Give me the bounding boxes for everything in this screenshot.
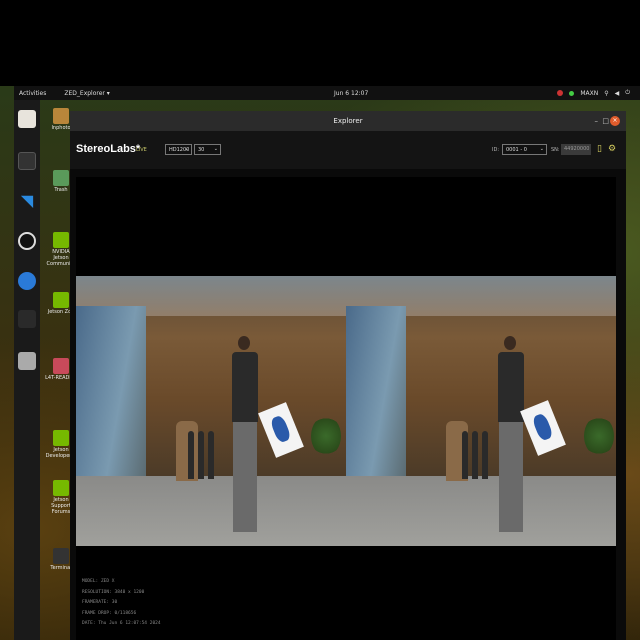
sn-label: SN: bbox=[551, 147, 560, 153]
dock: ◥ bbox=[14, 100, 40, 640]
id-label: ID: bbox=[492, 147, 500, 153]
zed-explorer-icon[interactable] bbox=[18, 310, 36, 328]
app-menu[interactable]: ZED_Explorer ▾ bbox=[64, 90, 109, 97]
trash-icon bbox=[53, 170, 69, 186]
drive-icon[interactable] bbox=[18, 352, 36, 370]
resolution-select[interactable]: HD1200 ⌄ bbox=[165, 144, 192, 155]
meta-model: MODEL: ZED X bbox=[82, 579, 115, 584]
meta-framerate: FRAMERATE: 30 bbox=[82, 600, 118, 605]
clock[interactable]: Jun 6 12:07 bbox=[334, 90, 368, 97]
live-badge: LIVE bbox=[136, 147, 147, 153]
serial-number-field: 44920000 bbox=[561, 144, 591, 155]
power-icon[interactable]: ⏻ bbox=[625, 89, 630, 97]
chevron-down-icon: ⌄ bbox=[539, 146, 544, 152]
nvidia-icon bbox=[53, 292, 69, 308]
window-title: Explorer bbox=[333, 117, 363, 125]
power-mode-icon bbox=[569, 90, 575, 96]
window-titlebar[interactable]: Explorer – □ × bbox=[70, 111, 626, 131]
activities-button[interactable]: Activities bbox=[19, 90, 46, 97]
fps-select[interactable]: 30 ⌄ bbox=[194, 144, 221, 155]
volume-icon[interactable]: ◀ bbox=[615, 90, 620, 97]
left-camera-view bbox=[76, 276, 346, 546]
system-tray[interactable]: MAXN ⚲ ◀ ⏻ bbox=[557, 89, 630, 97]
close-icon[interactable]: × bbox=[610, 116, 620, 126]
minimize-icon[interactable]: – bbox=[595, 117, 599, 125]
network-icon[interactable]: ⚲ bbox=[604, 90, 608, 97]
meta-frame-drop: FRAME DROP: 0/118656 bbox=[82, 610, 137, 616]
terminal-icon bbox=[53, 548, 69, 564]
camera-select[interactable]: 0001 - 0 ⌄ bbox=[502, 144, 547, 155]
app-logo: StereoLabs* bbox=[76, 143, 141, 155]
record-icon[interactable]: ▯ bbox=[597, 144, 606, 155]
vscode-icon[interactable]: ◥ bbox=[18, 192, 36, 210]
nvidia-icon bbox=[53, 480, 69, 496]
person bbox=[228, 336, 262, 536]
camera-metadata: MODEL: ZED X RESOLUTION: 3840 x 1200 FRA… bbox=[82, 577, 161, 630]
chromium-icon[interactable] bbox=[18, 272, 36, 290]
nvidia-icon bbox=[53, 430, 69, 446]
top-bar: Activities ZED_Explorer ▾ Jun 6 12:07 MA… bbox=[14, 86, 640, 100]
toolbar: StereoLabs* LIVE HD1200 ⌄ 30 ⌄ ID: 0001 … bbox=[70, 131, 626, 169]
chevron-down-icon: ⌄ bbox=[213, 146, 218, 152]
power-mode-label[interactable]: MAXN bbox=[580, 90, 598, 97]
maximize-icon[interactable]: □ bbox=[602, 117, 609, 125]
meta-date: DATE: Thu Jun 6 12:07:54 2024 bbox=[82, 621, 161, 626]
right-camera-view bbox=[346, 276, 616, 546]
meta-resolution: RESOLUTION: 3840 x 1200 bbox=[82, 589, 145, 595]
obs-icon[interactable] bbox=[18, 232, 36, 250]
chevron-down-icon: ⌄ bbox=[184, 146, 189, 152]
files-icon[interactable] bbox=[18, 110, 36, 128]
explorer-window: Explorer – □ × StereoLabs* LIVE HD1200 ⌄… bbox=[70, 111, 626, 640]
letterbox-top bbox=[0, 0, 640, 86]
stereo-view bbox=[76, 276, 616, 546]
notification-icon[interactable] bbox=[557, 90, 564, 96]
drive-icon bbox=[53, 358, 69, 374]
video-viewport: MODEL: ZED X RESOLUTION: 3840 x 1200 FRA… bbox=[76, 177, 616, 640]
folder-icon bbox=[53, 108, 69, 124]
settings-gear-icon[interactable]: ⚙ bbox=[608, 144, 617, 155]
person bbox=[494, 336, 528, 536]
terminal-icon[interactable] bbox=[18, 152, 36, 170]
nvidia-icon bbox=[53, 232, 69, 248]
